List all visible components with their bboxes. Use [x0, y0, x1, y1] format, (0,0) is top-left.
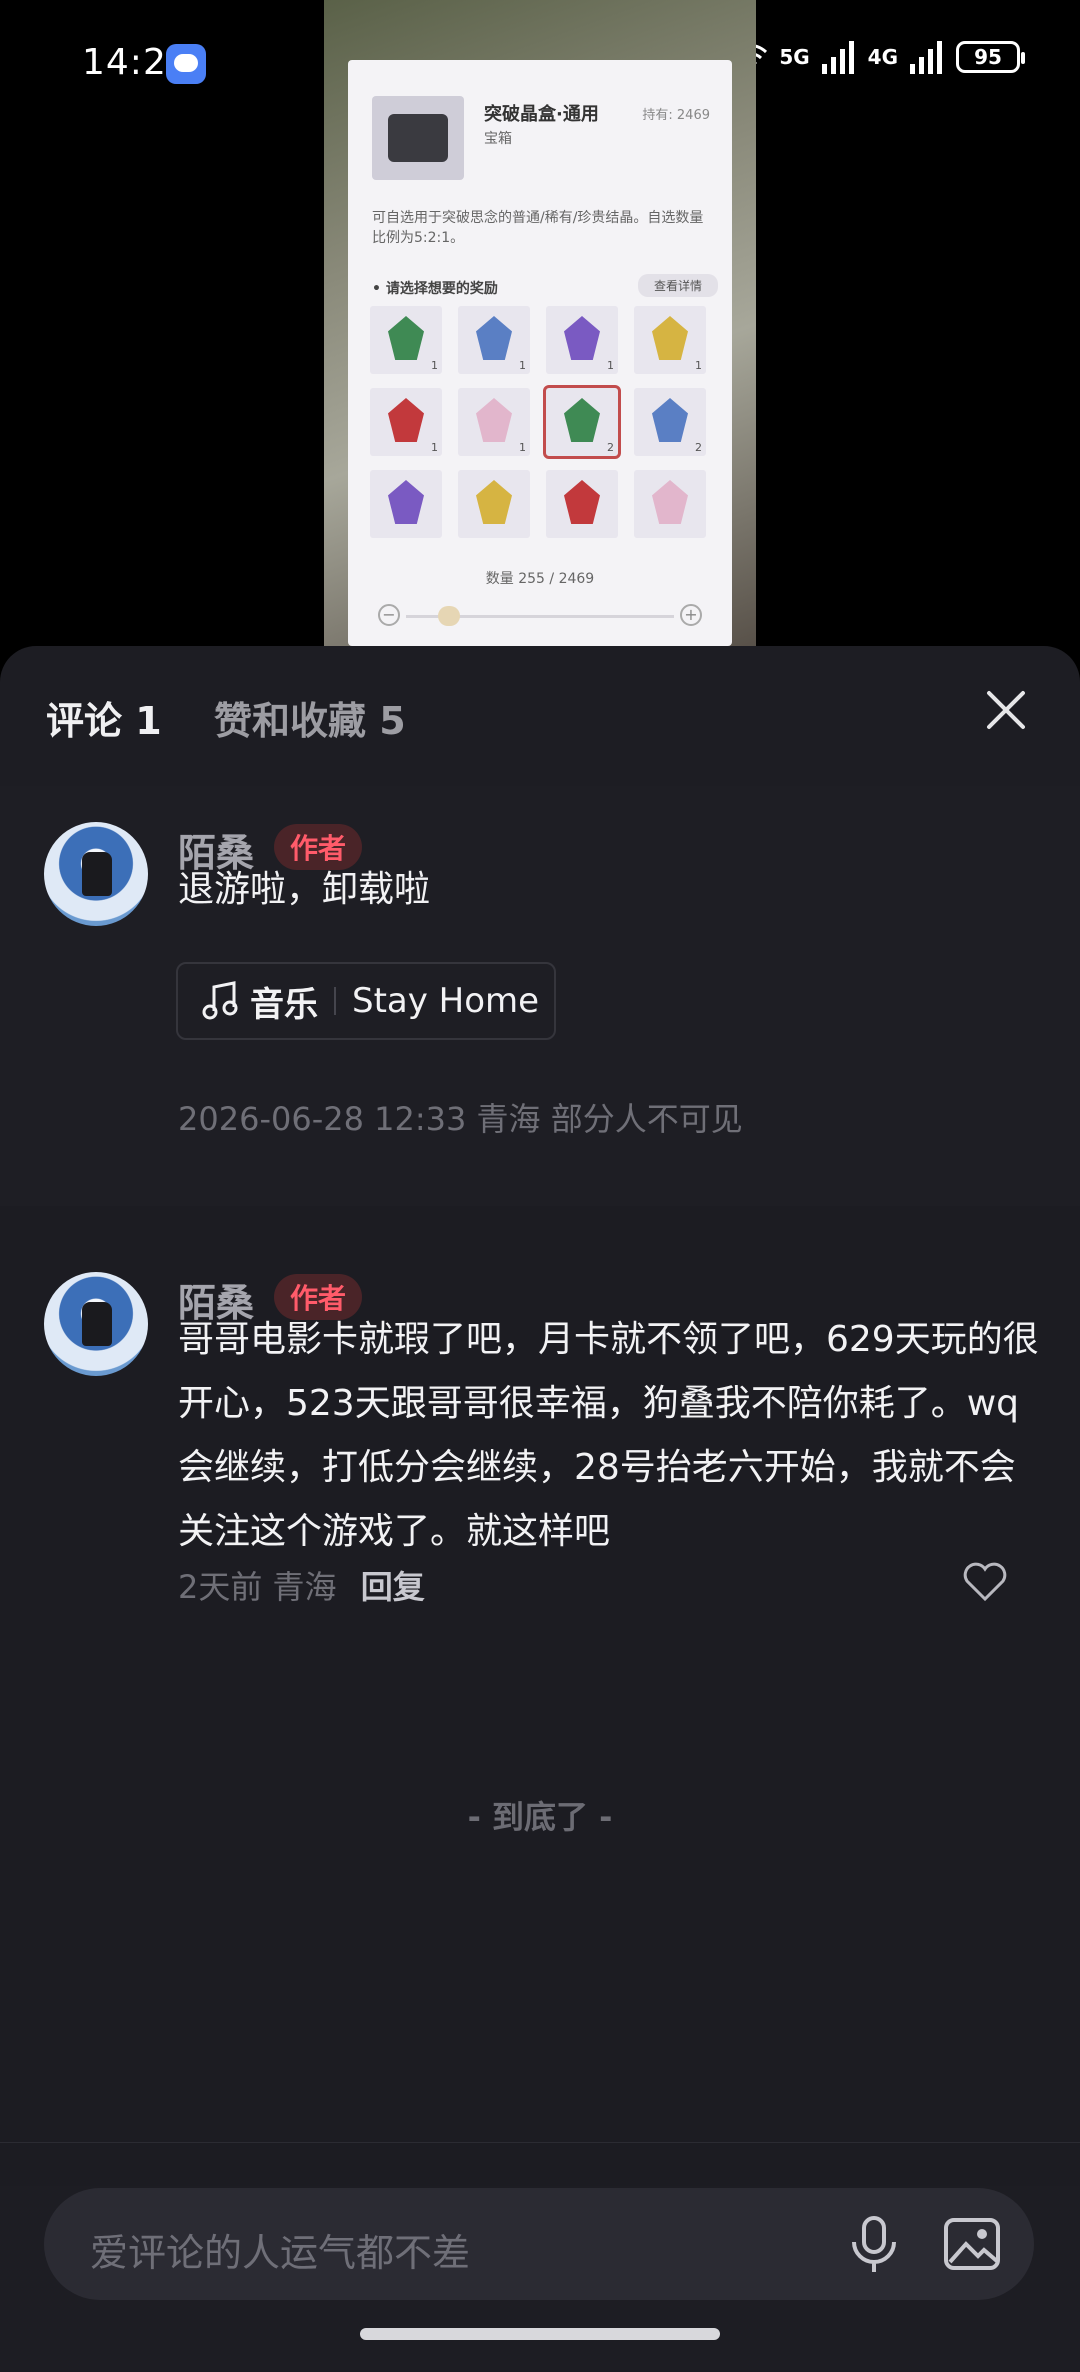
gem-item: 1 [458, 388, 530, 456]
gem-count: 1 [431, 359, 438, 372]
message-app-icon [166, 44, 206, 84]
end-of-list-text: - 到底了 - [467, 1798, 613, 1836]
input-area: 爱评论的人运气都不差 [0, 2186, 1080, 2372]
crystal-icon [476, 480, 512, 524]
gem-count: 1 [695, 359, 702, 372]
comment-input-placeholder: 爱评论的人运气都不差 [90, 2231, 471, 2275]
comment-input[interactable]: 爱评论的人运气都不差 [44, 2188, 1034, 2300]
gem-item: 2 [543, 385, 621, 459]
gem-item: 2 [634, 388, 706, 456]
gem-item: 1 [370, 388, 442, 456]
home-indicator[interactable] [360, 2328, 720, 2340]
gem-item: 1 [370, 306, 442, 374]
card-detail-button: 查看详情 [637, 274, 718, 297]
crystal-icon [652, 316, 688, 360]
like-heart-icon[interactable] [962, 1562, 1008, 1602]
avatar[interactable] [44, 822, 148, 926]
plus-icon: + [680, 604, 702, 626]
gem-count: 1 [607, 359, 614, 372]
gem-item [370, 470, 442, 538]
card-hold-count: 持有: 2469 [642, 108, 710, 123]
gem-count: 1 [431, 441, 438, 454]
crystal-icon [476, 398, 512, 442]
comment-meta: 2天前 青海 回复 [178, 1562, 425, 1608]
music-card[interactable]: 音乐 Stay Home [176, 962, 556, 1040]
gem-item: 1 [458, 306, 530, 374]
gem-count: 1 [519, 359, 526, 372]
crystal-icon [476, 316, 512, 360]
signal-icon-2 [910, 41, 942, 74]
gem-item: 1 [546, 306, 618, 374]
reply-button[interactable]: 回复 [361, 1568, 425, 1606]
crystal-icon [388, 398, 424, 442]
quantity-slider: − + [378, 604, 702, 628]
post-image-preview[interactable]: 突破晶盒·通用 宝箱 持有: 2469 可自选用于突破思念的普通/稀有/珍贵结晶… [324, 0, 756, 646]
card-subtitle: 宝箱 [484, 131, 512, 147]
comment-text: 哥哥电影卡就瑕了吧，月卡就不领了吧，629天玩的很开心，523天跟哥哥很幸福，狗… [178, 1319, 1039, 1552]
music-note-icon [202, 981, 238, 1020]
tab-likes-favorites[interactable]: 赞和收藏 5 [214, 690, 406, 745]
network-4g-label: 4G [867, 45, 898, 69]
battery-indicator: 95 [956, 41, 1025, 73]
avatar[interactable] [44, 1272, 148, 1376]
gem-count: 1 [519, 441, 526, 454]
game-reward-card: 突破晶盒·通用 宝箱 持有: 2469 可自选用于突破思念的普通/稀有/珍贵结晶… [348, 60, 732, 646]
minus-icon: − [378, 604, 400, 626]
gem-count: 2 [695, 441, 702, 454]
chest-image [372, 96, 464, 180]
image-picker-icon[interactable] [942, 2214, 1002, 2274]
gem-item [458, 470, 530, 538]
battery-level: 95 [974, 45, 1002, 69]
crystal-icon [652, 480, 688, 524]
crystal-icon [388, 316, 424, 360]
card-description: 可自选用于突破思念的普通/稀有/珍贵结晶。自选数量比例为5:2:1。 [372, 210, 704, 246]
comment-item[interactable]: 陌桑 作者 退游啦，卸载啦 音乐 Stay Home 2026-06-28 12… [0, 786, 1080, 1206]
comment-time-location: 2天前 青海 [178, 1568, 337, 1606]
crystal-icon [564, 480, 600, 524]
crystal-icon [652, 398, 688, 442]
gem-item: 1 [634, 306, 706, 374]
close-icon[interactable] [984, 688, 1028, 732]
crystal-icon [564, 316, 600, 360]
signal-icon [821, 41, 854, 74]
music-title: Stay Home [352, 981, 540, 1021]
comment-meta: 2026-06-28 12:33 青海 部分人不可见 [178, 1100, 743, 1138]
quantity-text: 数量 255 / 2469 [485, 571, 595, 587]
microphone-icon[interactable] [844, 2214, 904, 2276]
gem-count: 2 [607, 441, 614, 454]
music-label: 音乐 [250, 984, 318, 1025]
card-prompt: • 请选择想要的奖励 [372, 281, 498, 297]
gem-item [546, 470, 618, 538]
crystal-icon [388, 480, 424, 524]
music-separator [334, 987, 336, 1015]
comment-text: 退游啦，卸载啦 [178, 869, 431, 910]
comments-sheet: 评论 1 赞和收藏 5 陌桑 作者 退游啦，卸载啦 音乐 Stay Home 2… [0, 646, 1080, 2372]
slider-knob [438, 606, 460, 626]
tab-comments[interactable]: 评论 1 [46, 690, 162, 745]
gem-item [634, 470, 706, 538]
input-divider [0, 2142, 1080, 2143]
gem-grid: 1 1 1 1 1 1 2 2 [370, 306, 714, 538]
comment-tabs: 评论 1 赞和收藏 5 [0, 646, 1080, 786]
comment-item[interactable]: 陌桑 作者 哥哥电影卡就瑕了吧，月卡就不领了吧，629天玩的很开心，523天跟哥… [0, 1206, 1080, 2272]
card-title: 突破晶盒·通用 [484, 104, 599, 125]
crystal-icon [564, 398, 600, 442]
network-5g-label: 5G [779, 45, 810, 69]
